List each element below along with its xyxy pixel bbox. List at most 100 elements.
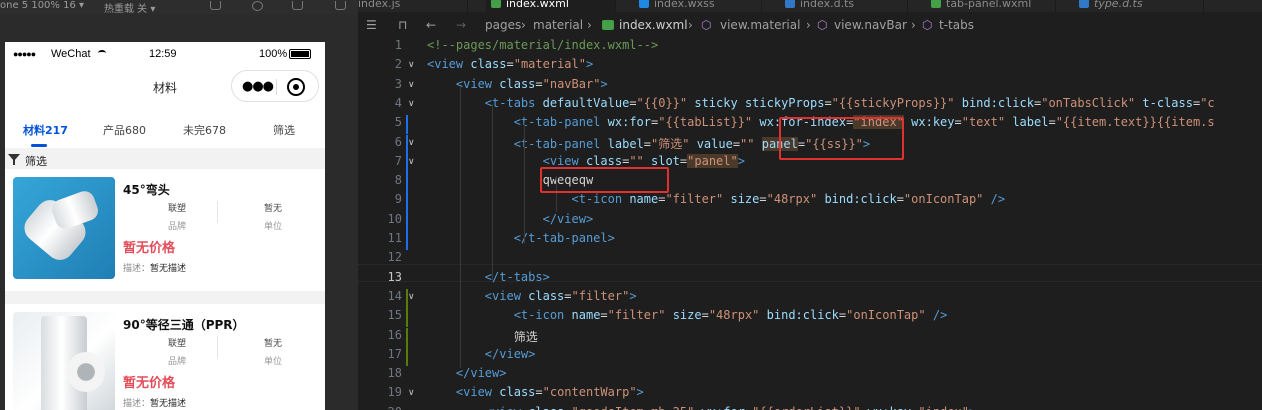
breadcrumb: ☰ ⊓ ← → pages › material › index.wxml › … xyxy=(358,12,1262,36)
category-tabs: 材料217 产品680 未完678 筛选 xyxy=(5,116,325,148)
brand-value: 联塑 xyxy=(167,204,186,214)
code-line[interactable]: </t-tabs> xyxy=(427,270,550,284)
fold-chevron-icon[interactable]: ∨ xyxy=(408,99,420,109)
code-line[interactable]: </view> xyxy=(427,347,536,361)
code-line[interactable]: <view class="navBar"> xyxy=(427,77,608,91)
editor-tab[interactable]: type.d.ts xyxy=(1074,0,1204,12)
editor-tab[interactable]: index.wxml xyxy=(486,0,616,12)
forward-arrow-icon[interactable]: → xyxy=(456,18,466,32)
hot-reload-select[interactable]: 热重载 关 ▾ xyxy=(104,0,166,15)
toolbar-record-icon[interactable] xyxy=(252,1,263,11)
fold-chevron-icon[interactable]: ∨ xyxy=(408,80,420,90)
code-line[interactable]: <view class="goodsItem mb-25" wx:for="{{… xyxy=(427,405,976,410)
line-number: 15 xyxy=(387,308,402,323)
code-line[interactable]: <view class="" slot="panel"> xyxy=(427,153,745,168)
toolbar-phone-icon[interactable] xyxy=(210,1,221,10)
phone-screen: ●●●●● WeChat 12:59 100% 材料 ●●● 材料217 产品6… xyxy=(5,42,325,410)
fold-chevron-icon[interactable]: ∨ xyxy=(408,388,420,398)
breadcrumb-separator-icon: › xyxy=(806,18,811,32)
code-line[interactable]: <!--pages/material/index.wxml--> xyxy=(427,38,658,52)
git-change-marker xyxy=(406,327,408,347)
breadcrumb-item[interactable]: view.material xyxy=(720,18,800,32)
file-icon xyxy=(931,0,941,8)
line-number: 7 xyxy=(394,153,402,168)
item-gap xyxy=(5,291,325,304)
line-number: 12 xyxy=(387,250,402,265)
editor-tab-label: index.d.ts xyxy=(800,0,855,10)
element-icon: ⬡ xyxy=(922,18,933,32)
product-name: 90°等径三通（PPR） xyxy=(123,318,245,332)
filter-bar[interactable]: 筛选 xyxy=(5,151,325,169)
fold-chevron-icon[interactable]: ∨ xyxy=(408,292,420,302)
battery-percent: 100% xyxy=(259,48,288,60)
code-line[interactable]: </t-tab-panel> xyxy=(427,231,615,245)
simulator-toolbar: one 5 100% 16 ▾ 热重载 关 ▾ xyxy=(0,0,358,15)
file-icon xyxy=(785,0,795,8)
signal-icon: ●●●●● xyxy=(13,49,36,59)
tab-product[interactable]: 产品680 xyxy=(103,122,146,138)
code-line[interactable]: 筛选 xyxy=(427,328,538,345)
active-tab-indicator xyxy=(31,144,47,147)
close-mini-program-icon[interactable] xyxy=(287,78,305,96)
fold-chevron-icon[interactable]: ∨ xyxy=(408,157,420,167)
fold-chevron-icon[interactable]: ∨ xyxy=(408,60,420,70)
editor-tab-bar: index.js index.wxml index.wxss index.d.ts ta… xyxy=(358,0,1262,12)
carrier-label: WeChat xyxy=(51,48,91,60)
editor-tab-label: index.wxml xyxy=(506,0,569,10)
editor-tab[interactable]: tab-panel.wxml xyxy=(926,0,1056,12)
bookmark-icon[interactable]: ⊓ xyxy=(398,18,407,32)
unit-value: 暂无 xyxy=(263,204,282,214)
product-description: 描述：暂无描述 xyxy=(123,399,187,409)
battery-icon xyxy=(289,49,311,59)
git-change-marker xyxy=(406,192,408,212)
code-line[interactable]: </view> xyxy=(427,212,594,226)
code-line[interactable]: <t-icon name="filter" size="48rpx" bind:… xyxy=(427,308,948,322)
nav-bar: 材料 ●●● xyxy=(5,68,325,106)
code-line[interactable]: <view class="filter"> xyxy=(427,289,637,303)
code-line[interactable]: <t-icon name="filter" size="48rpx" bind:… xyxy=(427,192,1006,206)
git-change-marker xyxy=(406,231,408,251)
line-number: 2 xyxy=(394,57,402,72)
code-line[interactable]: <view class="contentWarp"> xyxy=(427,385,644,399)
editor-tab[interactable]: index.js xyxy=(358,0,468,12)
goods-item[interactable]: 90°等径三通（PPR） 联塑 暂无 品牌 单位 暂无价格 描述：暂无描述 xyxy=(5,304,325,410)
editor-tab-label: index.wxss xyxy=(654,0,715,10)
file-icon xyxy=(639,0,649,8)
toolbar-window-icon[interactable] xyxy=(335,1,346,10)
code-line[interactable]: </view> xyxy=(427,366,507,380)
breadcrumb-item[interactable]: t-tabs xyxy=(939,18,974,32)
breadcrumb-item[interactable]: view.navBar xyxy=(834,18,907,32)
breadcrumb-item[interactable]: pages xyxy=(485,18,521,32)
editor-tab[interactable]: index.wxss xyxy=(634,0,762,12)
device-select[interactable]: one 5 100% 16 ▾ xyxy=(0,0,84,11)
line-number: 4 xyxy=(394,95,402,110)
line-number: 19 xyxy=(387,385,402,400)
toolbar-mobile-icon[interactable] xyxy=(292,1,303,10)
git-change-marker xyxy=(406,173,408,193)
editor-tab-label: index.js xyxy=(358,0,401,10)
filter-icon[interactable] xyxy=(8,154,20,165)
line-number: 20 xyxy=(358,405,402,410)
code-line[interactable]: <t-tabs defaultValue="{{0}}" sticky stic… xyxy=(427,96,1215,110)
brand-label: 品牌 xyxy=(167,357,186,367)
breadcrumb-separator-icon: › xyxy=(521,18,526,32)
indent-guide xyxy=(492,104,493,280)
editor-tab[interactable]: index.d.ts xyxy=(780,0,908,12)
line-number: 16 xyxy=(387,327,402,342)
tab-filter[interactable]: 筛选 xyxy=(273,122,295,138)
line-number: 11 xyxy=(387,231,402,245)
breadcrumb-item[interactable]: index.wxml xyxy=(619,18,688,32)
code-line[interactable]: <view class="material"> xyxy=(427,57,593,71)
outline-icon[interactable]: ☰ xyxy=(366,18,377,32)
breadcrumb-item[interactable]: material xyxy=(533,18,583,32)
tab-unfinished[interactable]: 未完678 xyxy=(183,122,226,138)
brand-value: 联塑 xyxy=(167,339,186,349)
git-change-marker xyxy=(406,308,408,328)
goods-item[interactable]: 45°弯头 联塑 暂无 品牌 单位 暂无价格 描述：暂无描述 xyxy=(5,169,325,289)
back-arrow-icon[interactable]: ← xyxy=(426,18,436,32)
more-icon[interactable]: ●●● xyxy=(242,79,274,94)
line-number: 5 xyxy=(394,115,402,130)
fold-chevron-icon[interactable]: ∨ xyxy=(408,138,420,148)
line-number: 9 xyxy=(394,192,402,207)
tab-material[interactable]: 材料217 xyxy=(23,122,68,138)
